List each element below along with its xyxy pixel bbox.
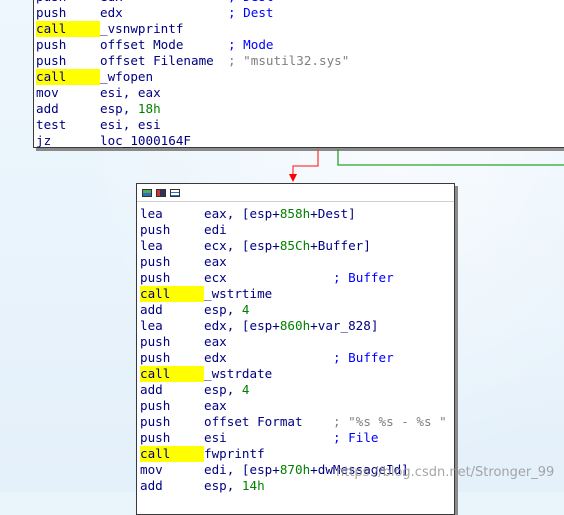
asm-operands: eax bbox=[204, 334, 333, 350]
asm-mnemonic: lea bbox=[140, 238, 163, 253]
asm-operand-suffix: +var_828] bbox=[310, 318, 379, 333]
asm-immediate: 4 bbox=[241, 382, 250, 397]
asm-mnemonic: add bbox=[140, 302, 163, 317]
asm-operand: esp, bbox=[204, 382, 242, 397]
asm-immediate: 14h bbox=[241, 478, 265, 493]
asm-mnemonic: call bbox=[140, 286, 204, 302]
asm-line[interactable]: push offset Format ; "%s %s - %s " bbox=[137, 414, 454, 430]
asm-operands: ecx, [esp+85Ch+Buffer] bbox=[204, 238, 371, 254]
asm-operands: _wstrtime bbox=[204, 286, 333, 302]
asm-mnemonic: lea bbox=[140, 318, 163, 333]
asm-operand-suffix: +Buffer] bbox=[310, 238, 371, 253]
asm-comment: ; "%s %s - %s " bbox=[333, 414, 447, 429]
asm-line[interactable]: push eax bbox=[137, 334, 454, 350]
asm-operand: eax bbox=[204, 398, 227, 413]
asm-mnemonic: call bbox=[140, 366, 204, 382]
asm-operand: eax, [esp+ bbox=[204, 206, 280, 221]
asm-immediate: 85Ch bbox=[279, 238, 311, 253]
asm-immediate: 858h bbox=[279, 206, 311, 221]
asm-line[interactable]: push eax bbox=[137, 398, 454, 414]
asm-line[interactable]: push esi ; File bbox=[137, 430, 454, 446]
asm-immediate: 870h bbox=[279, 462, 311, 477]
asm-operands: esp, 4 bbox=[204, 382, 333, 398]
asm-line[interactable]: lea ecx, [esp+85Ch+Buffer] bbox=[137, 238, 454, 254]
block-titlebar bbox=[137, 184, 454, 202]
graph-view-icon[interactable] bbox=[142, 188, 152, 197]
asm-comment: ; Buffer bbox=[333, 270, 394, 285]
asm-operands: esi bbox=[204, 430, 333, 446]
asm-operand: edx bbox=[204, 350, 227, 365]
asm-line[interactable]: push edx ; Buffer bbox=[137, 350, 454, 366]
asm-immediate: 860h bbox=[279, 318, 311, 333]
asm-mnemonic: push bbox=[140, 350, 171, 365]
color-icon[interactable] bbox=[156, 188, 166, 197]
asm-operand: ecx, [esp+ bbox=[204, 238, 280, 253]
asm-operands: fwprintf bbox=[204, 446, 333, 462]
asm-operands: _wstrdate bbox=[204, 366, 333, 382]
asm-operand-suffix: +Dest] bbox=[310, 206, 356, 221]
asm-operands: esp, 4 bbox=[204, 302, 333, 318]
asm-operands: eax bbox=[204, 254, 333, 270]
asm-line[interactable]: lea eax, [esp+858h+Dest] bbox=[137, 206, 454, 222]
asm-line[interactable]: call fwprintf bbox=[137, 446, 454, 462]
text-view-icon[interactable] bbox=[170, 188, 180, 197]
asm-operand: fwprintf bbox=[204, 446, 265, 461]
asm-operands: offset Format bbox=[204, 414, 333, 430]
asm-operand: esp, bbox=[204, 478, 242, 493]
watermark-text: https://blog.csdn.net/Stronger_99 bbox=[336, 465, 555, 480]
asm-mnemonic: lea bbox=[140, 206, 163, 221]
asm-operand: edx, [esp+ bbox=[204, 318, 280, 333]
asm-operands: edx, [esp+860h+var_828] bbox=[204, 318, 378, 334]
asm-operand: esp, bbox=[204, 302, 242, 317]
edge-false-branch bbox=[292, 149, 319, 178]
asm-operands: ecx bbox=[204, 270, 333, 286]
main-block-lines: lea eax, [esp+858h+Dest] push edi lea ecx, [e… bbox=[137, 202, 454, 494]
asm-mnemonic: add bbox=[140, 382, 163, 397]
asm-operands: eax bbox=[204, 398, 333, 414]
asm-line[interactable]: call _wstrdate bbox=[137, 366, 454, 382]
asm-mnemonic: call bbox=[140, 446, 204, 462]
asm-operand: esi bbox=[204, 430, 227, 445]
asm-operands: edx bbox=[204, 350, 333, 366]
asm-operand: offset Format bbox=[204, 414, 303, 429]
asm-line[interactable]: add esp, 4 bbox=[137, 382, 454, 398]
asm-operand: edi bbox=[204, 222, 227, 237]
asm-comment: ; Buffer bbox=[333, 350, 394, 365]
asm-mnemonic: push bbox=[140, 222, 171, 237]
asm-operand: eax bbox=[204, 334, 227, 349]
asm-mnemonic: push bbox=[140, 414, 171, 429]
asm-line[interactable]: add esp, 4 bbox=[137, 302, 454, 318]
asm-mnemonic: push bbox=[140, 334, 171, 349]
asm-mnemonic: push bbox=[140, 254, 171, 269]
asm-operands: eax, [esp+858h+Dest] bbox=[204, 206, 356, 222]
asm-operand: ecx bbox=[204, 270, 227, 285]
asm-comment: ; File bbox=[333, 430, 379, 445]
asm-mnemonic: mov bbox=[140, 462, 163, 477]
asm-immediate: 4 bbox=[241, 302, 250, 317]
asm-operand: _wstrtime bbox=[204, 286, 273, 301]
asm-line[interactable]: call _wstrtime bbox=[137, 286, 454, 302]
asm-line[interactable]: lea edx, [esp+860h+var_828] bbox=[137, 318, 454, 334]
asm-line[interactable]: push ecx ; Buffer bbox=[137, 270, 454, 286]
asm-operands: edi bbox=[204, 222, 333, 238]
asm-operand: _wstrdate bbox=[204, 366, 273, 381]
edge-arrowhead bbox=[289, 174, 297, 182]
asm-operand: edi, [esp+ bbox=[204, 462, 280, 477]
asm-line[interactable]: push eax bbox=[137, 254, 454, 270]
asm-operands: edi, [esp+870h+dwMessageId] bbox=[204, 462, 409, 478]
asm-line[interactable]: push edi bbox=[137, 222, 454, 238]
edge-true-branch bbox=[337, 149, 564, 166]
asm-mnemonic: push bbox=[140, 430, 171, 445]
asm-operand: eax bbox=[204, 254, 227, 269]
asm-mnemonic: push bbox=[140, 398, 171, 413]
asm-mnemonic: push bbox=[140, 270, 171, 285]
